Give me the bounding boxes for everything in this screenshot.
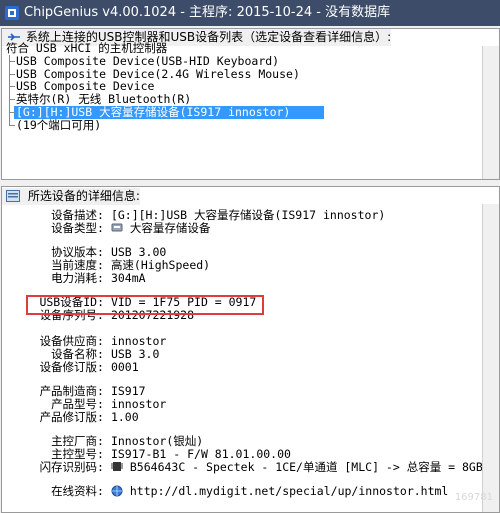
tree-item-label: 符合 USB xHCI 的主机控制器 bbox=[6, 41, 168, 55]
detail-label: 在线资料: bbox=[51, 484, 104, 498]
details-header: 所选设备的详细信息: bbox=[2, 188, 140, 205]
device-list-panel: 系统上连接的USB控制器和USB设备列表（选定设备查看详细信息）: 符合 USB… bbox=[1, 28, 500, 180]
detail-value: 0001 bbox=[110, 360, 139, 374]
detail-value: B564643C - Spectek - 1CE/单通道 [MLC] -> 总容… bbox=[129, 460, 483, 474]
watermark: 169781 bbox=[454, 492, 493, 503]
detail-label: 电力消耗: bbox=[51, 271, 104, 285]
tree-item-ports-available[interactable]: (19个端口可用) bbox=[2, 117, 482, 132]
details-icon bbox=[6, 190, 20, 202]
chipgenius-app-icon bbox=[5, 6, 19, 20]
detail-label: 设备修订版: bbox=[39, 360, 104, 374]
detail-row-product-revision: 产品修订版: 1.00 bbox=[2, 411, 139, 424]
usb-id-highlight-box bbox=[26, 295, 264, 315]
title-bar[interactable]: ChipGenius v4.00.1024 - 主程序: 2015-10-24 … bbox=[0, 0, 500, 26]
online-info-link[interactable]: http://dl.mydigit.net/special/up/innosto… bbox=[130, 485, 449, 498]
tree-item-xhci-controller[interactable]: 符合 USB xHCI 的主机控制器 bbox=[2, 42, 482, 55]
details-header-label: 所选设备的详细信息: bbox=[27, 189, 140, 203]
detail-label: 产品修订版: bbox=[39, 410, 104, 424]
device-tree: 符合 USB xHCI 的主机控制器 USB Composite Device(… bbox=[2, 42, 482, 132]
detail-row-power: 电力消耗: 304mA bbox=[2, 272, 146, 285]
tree-item-label: USB Composite Device(USB-HID Keyboard) bbox=[16, 53, 280, 68]
tree-item-label: (19个端口可用) bbox=[16, 117, 102, 132]
chipgenius-window: ChipGenius v4.00.1024 - 主程序: 2015-10-24 … bbox=[0, 0, 500, 513]
window-title: ChipGenius v4.00.1024 - 主程序: 2015-10-24 … bbox=[24, 5, 391, 20]
usb-device-icon bbox=[111, 223, 123, 232]
detail-value: 304mA bbox=[110, 271, 146, 285]
detail-value: 大容量存储设备 bbox=[129, 221, 211, 235]
tree-item-keyboard[interactable]: USB Composite Device(USB-HID Keyboard) bbox=[2, 53, 482, 68]
flash-chip-icon bbox=[110, 462, 123, 471]
detail-row-online-info: 在线资料: http://dl.mydigit.net/special/up/i… bbox=[2, 485, 448, 498]
detail-label: 设备类型: bbox=[51, 221, 104, 235]
detail-label: 闪存识别码: bbox=[39, 460, 104, 474]
tree-item-label: [G:][H:]USB 大容量存储设备(IS917 innostor) bbox=[16, 104, 291, 119]
details-panel: 所选设备的详细信息: 设备描述: [G:][H:]USB 大容量存储设备(IS9… bbox=[1, 186, 500, 513]
globe-icon bbox=[111, 485, 123, 497]
details-scrollbar[interactable] bbox=[482, 204, 499, 512]
detail-value: 1.00 bbox=[110, 410, 139, 424]
detail-row-flash-id: 闪存识别码: B564643C - Spectek - 1CE/单通道 [MLC… bbox=[2, 461, 483, 474]
detail-row-device-type: 设备类型: 大容量存储设备 bbox=[2, 222, 210, 235]
device-list-scrollbar[interactable] bbox=[482, 46, 499, 179]
tree-item-usb-storage[interactable]: [G:][H:]USB 大容量存储设备(IS917 innostor) bbox=[2, 106, 482, 119]
detail-row-device-revision: 设备修订版: 0001 bbox=[2, 361, 139, 374]
